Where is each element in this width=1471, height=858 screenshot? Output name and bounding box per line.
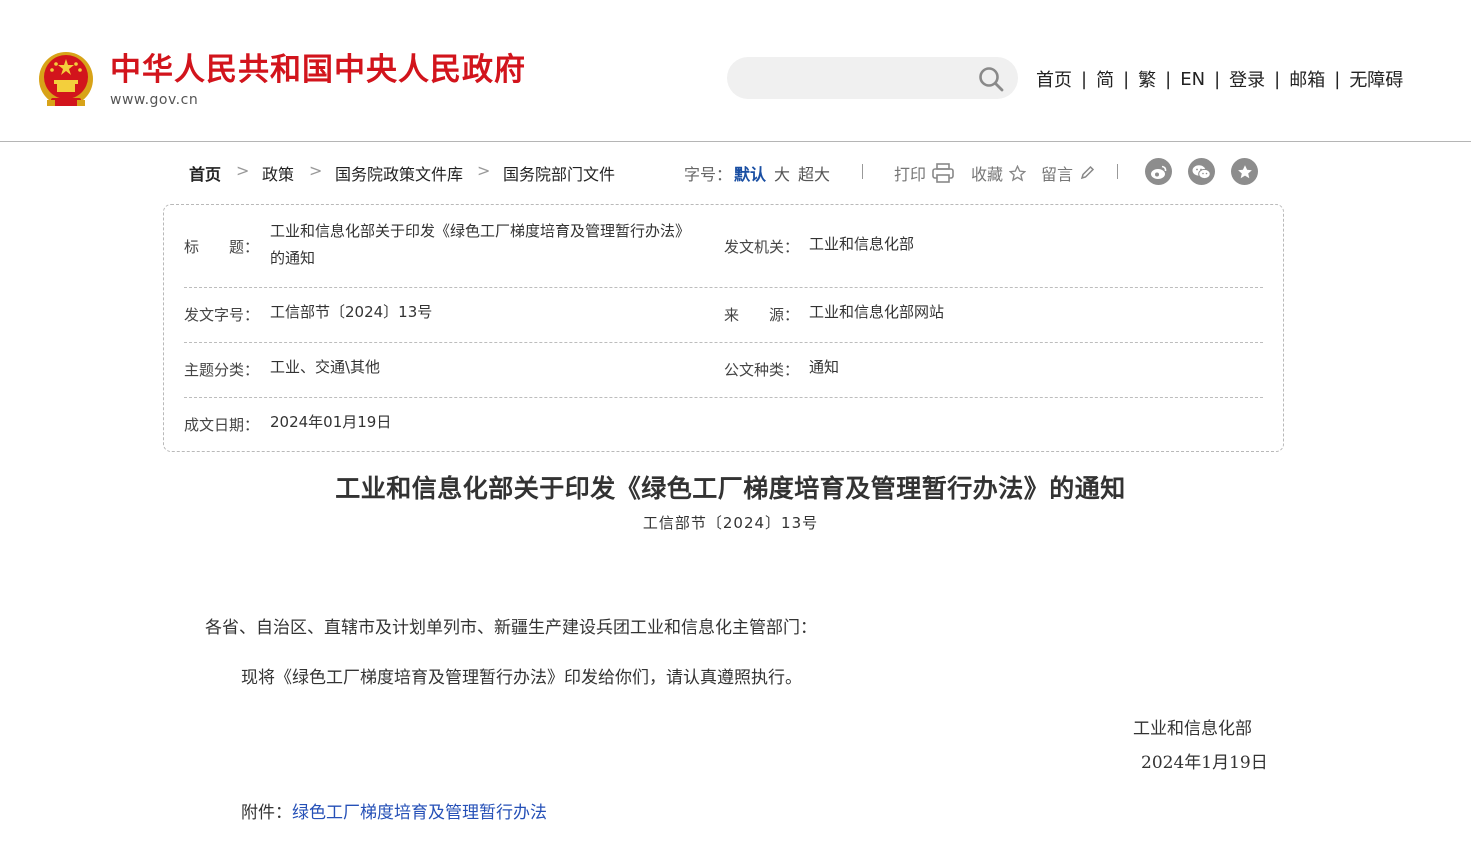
- font-size-default[interactable]: 默认: [734, 165, 766, 184]
- national-emblem-icon[interactable]: [37, 50, 95, 110]
- title-label: 标 题：: [184, 238, 260, 256]
- font-size-label: 字号：: [684, 165, 733, 184]
- date-label: 成文日期：: [184, 416, 260, 434]
- category-value: 工业、交通\其他: [270, 358, 381, 376]
- breadcrumb-department-docs[interactable]: 国务院部门文件: [503, 161, 615, 185]
- source-label: 来 源：: [724, 306, 800, 324]
- print-button[interactable]: 打印: [894, 161, 954, 185]
- document-title: 工业和信息化部关于印发《绿色工厂梯度培育及管理暂行办法》的通知: [335, 474, 1126, 503]
- star-icon: [1237, 164, 1252, 178]
- favorite-button[interactable]: 收藏: [971, 161, 1027, 185]
- comment-button[interactable]: 留言: [1041, 161, 1095, 185]
- title-value-line2: 的通知: [270, 249, 316, 267]
- category-label: 主题分类：: [184, 361, 260, 379]
- chevron-right-icon: >: [309, 161, 323, 180]
- nav-mailbox-link[interactable]: 邮箱: [1289, 66, 1325, 92]
- doc-type-label: 公文种类：: [724, 361, 800, 379]
- nav-separator: |: [1334, 68, 1341, 90]
- top-nav-links: 首页 | 简 | 繁 | EN | 登录 | 邮箱 | 无障碍: [1036, 66, 1403, 92]
- site-domain: www.gov.cn: [110, 92, 199, 108]
- title-value-line1: 工业和信息化部关于印发《绿色工厂梯度培育及管理暂行办法》: [270, 222, 691, 240]
- date-value: 2024年01月19日: [270, 413, 392, 431]
- star-outline-icon: [1009, 164, 1027, 182]
- info-row-title: 标 题： 工业和信息化部关于印发《绿色工厂梯度培育及管理暂行办法》 的通知 发文…: [184, 205, 1263, 288]
- print-label: 打印: [894, 165, 927, 184]
- chevron-right-icon: >: [477, 161, 491, 180]
- issuer-label: 发文机关：: [724, 238, 800, 256]
- nav-separator: |: [1274, 68, 1281, 90]
- site-title[interactable]: 中华人民共和国中央人民政府: [110, 50, 526, 90]
- nav-separator: |: [1214, 68, 1221, 90]
- nav-simplified-link[interactable]: 简: [1096, 66, 1114, 92]
- favorite-share-button[interactable]: [1231, 158, 1258, 185]
- doc-no-value: 工信部节〔2024〕13号: [270, 303, 433, 321]
- document-paragraph: 现将《绿色工厂梯度培育及管理暂行办法》印发给你们，请认真遵照执行。: [241, 668, 802, 688]
- source-value: 工业和信息化部网站: [809, 303, 945, 321]
- site-header: 中华人民共和国中央人民政府 www.gov.cn 首页 | 简 | 繁 | EN…: [0, 0, 1471, 142]
- attachment-label: 附件：: [241, 803, 292, 823]
- issuer-value: 工业和信息化部: [809, 235, 915, 253]
- doc-type-value: 通知: [809, 358, 840, 376]
- doc-no-label: 发文字号：: [184, 306, 260, 324]
- nav-login-link[interactable]: 登录: [1229, 66, 1265, 92]
- font-size-xlarge[interactable]: 超大: [798, 165, 830, 184]
- pencil-icon: [1080, 165, 1095, 180]
- favorite-label: 收藏: [971, 165, 1004, 184]
- nav-separator: |: [1081, 68, 1088, 90]
- search-input[interactable]: [745, 57, 979, 101]
- nav-traditional-link[interactable]: 繁: [1138, 66, 1156, 92]
- nav-separator: |: [1123, 68, 1130, 90]
- weibo-share-button[interactable]: [1145, 158, 1172, 185]
- font-size-selector: 字号： 默认大超大: [684, 161, 830, 185]
- nav-english-link[interactable]: EN: [1180, 69, 1205, 90]
- divider: [1117, 164, 1118, 179]
- weibo-icon: [1150, 165, 1166, 179]
- chevron-right-icon: >: [236, 161, 250, 180]
- search-icon[interactable]: [978, 66, 1004, 92]
- font-size-large[interactable]: 大: [774, 165, 790, 184]
- divider: [862, 164, 863, 179]
- nav-home-link[interactable]: 首页: [1036, 66, 1072, 92]
- breadcrumb-policy[interactable]: 政策: [262, 161, 294, 185]
- info-row-docno: 发文字号： 工信部节〔2024〕13号 来 源： 工业和信息化部网站: [184, 287, 1263, 343]
- breadcrumb-home[interactable]: 首页: [189, 161, 221, 185]
- attachment-link[interactable]: 绿色工厂梯度培育及管理暂行办法: [292, 803, 547, 823]
- search-box: [727, 57, 1018, 101]
- info-row-category: 主题分类： 工业、交通\其他 公文种类： 通知: [184, 342, 1263, 398]
- document-signer: 工业和信息化部: [1133, 719, 1252, 739]
- document-info-table: 标 题： 工业和信息化部关于印发《绿色工厂梯度培育及管理暂行办法》 的通知 发文…: [163, 204, 1284, 452]
- comment-label: 留言: [1041, 165, 1074, 184]
- wechat-icon: [1192, 164, 1211, 179]
- printer-icon: [932, 163, 954, 183]
- breadcrumb-toolbar: 首页 > 政策 > 国务院政策文件库 > 国务院部门文件 字号： 默认大超大 打印…: [0, 155, 1471, 189]
- attachment-line: 附件：绿色工厂梯度培育及管理暂行办法: [241, 798, 547, 823]
- nav-separator: |: [1165, 68, 1172, 90]
- document-sign-date: 2024年1月19日: [1141, 753, 1268, 773]
- nav-accessibility-link[interactable]: 无障碍: [1349, 66, 1403, 92]
- breadcrumb-policy-library[interactable]: 国务院政策文件库: [335, 161, 463, 185]
- wechat-share-button[interactable]: [1188, 158, 1215, 185]
- info-row-date: 成文日期： 2024年01月19日: [184, 397, 1263, 451]
- document-salutation: 各省、自治区、直辖市及计划单列市、新疆生产建设兵团工业和信息化主管部门：: [205, 618, 817, 638]
- document-number: 工信部节〔2024〕13号: [642, 514, 819, 532]
